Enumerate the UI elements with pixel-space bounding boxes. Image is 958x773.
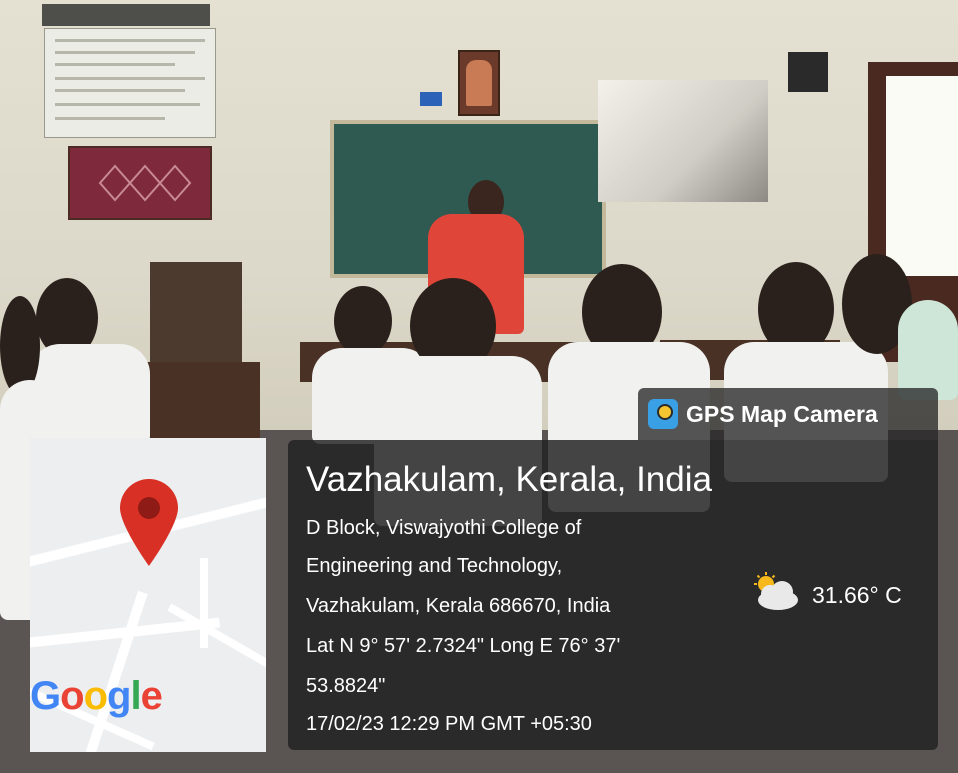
wooden-chair — [150, 262, 242, 368]
projector-screen — [598, 80, 768, 202]
temperature: 31.66° C — [812, 582, 902, 608]
coordinates-line: 53.8824" — [306, 675, 386, 697]
address-line: Vazhakulam, Kerala 686670, India — [306, 595, 611, 617]
gps-map-camera-badge: GPS Map Camera — [638, 388, 938, 440]
map-road — [167, 603, 266, 681]
address-line: D Block, Viswajyothi College of — [306, 517, 582, 539]
maroon-display-board — [68, 146, 212, 220]
room-number-tag — [420, 92, 442, 106]
notice-board — [44, 28, 216, 138]
wall-banner — [42, 4, 210, 26]
address-line: Engineering and Technology, — [306, 555, 563, 577]
map-pin-icon — [120, 479, 178, 566]
coordinates-line: Lat N 9° 57' 2.7324" Long E 76° 37' — [306, 635, 621, 657]
gps-map-camera-app-icon — [648, 399, 678, 429]
religious-picture-frame — [458, 50, 500, 116]
location-info-panel: Vazhakulam, Kerala, India D Block, Viswa… — [288, 440, 938, 750]
timestamp: 17/02/23 12:29 PM GMT +05:30 — [306, 713, 592, 735]
map-thumbnail: Google — [30, 438, 266, 752]
place-name: Vazhakulam, Kerala, India — [306, 460, 712, 499]
app-title: GPS Map Camera — [686, 400, 878, 427]
partly-cloudy-icon — [754, 572, 798, 610]
doorway-light — [886, 76, 958, 276]
wall-speaker — [788, 52, 828, 92]
map-road — [200, 558, 208, 648]
geotagged-photo: GPS Map Camera Vazhakulam, Kerala, India… — [0, 0, 958, 773]
google-logo: Google — [30, 674, 163, 718]
